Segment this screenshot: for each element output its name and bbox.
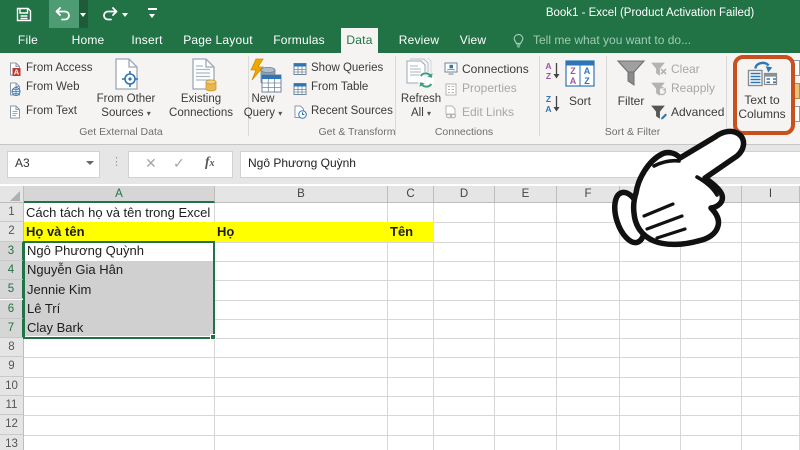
- svg-text:A: A: [584, 66, 591, 76]
- svg-text:A: A: [570, 76, 577, 86]
- svg-text:Z: Z: [570, 66, 576, 76]
- svg-text:Z: Z: [584, 76, 590, 86]
- svg-text:Z: Z: [546, 94, 551, 104]
- svg-text:A: A: [545, 61, 551, 71]
- svg-text:A: A: [14, 68, 20, 76]
- svg-text:A: A: [545, 104, 551, 114]
- svg-text:Z: Z: [546, 71, 551, 81]
